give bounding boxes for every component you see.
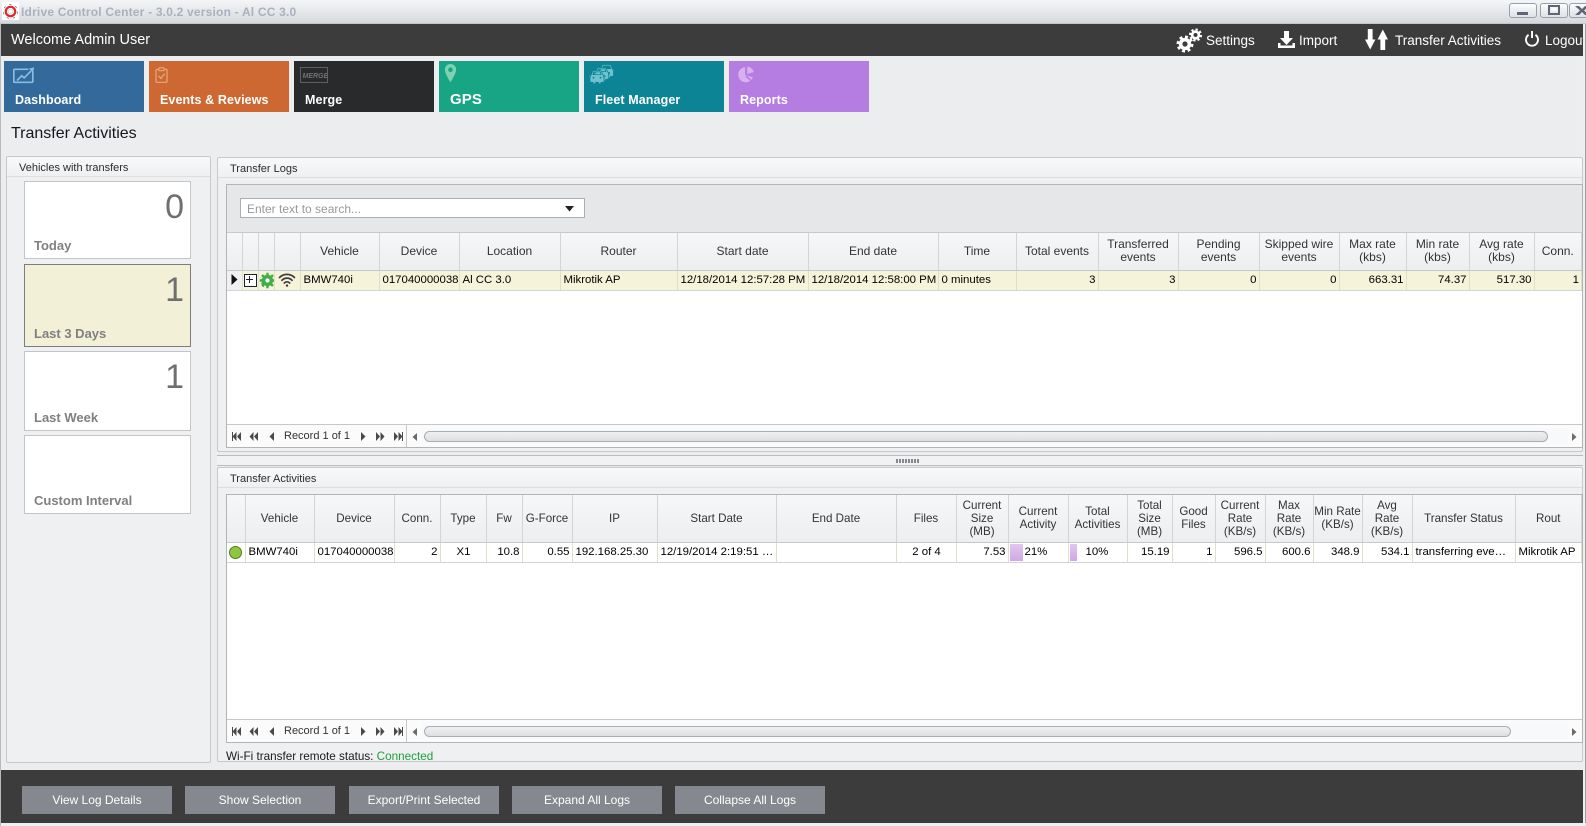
svg-text:MERGE: MERGE xyxy=(303,73,329,80)
